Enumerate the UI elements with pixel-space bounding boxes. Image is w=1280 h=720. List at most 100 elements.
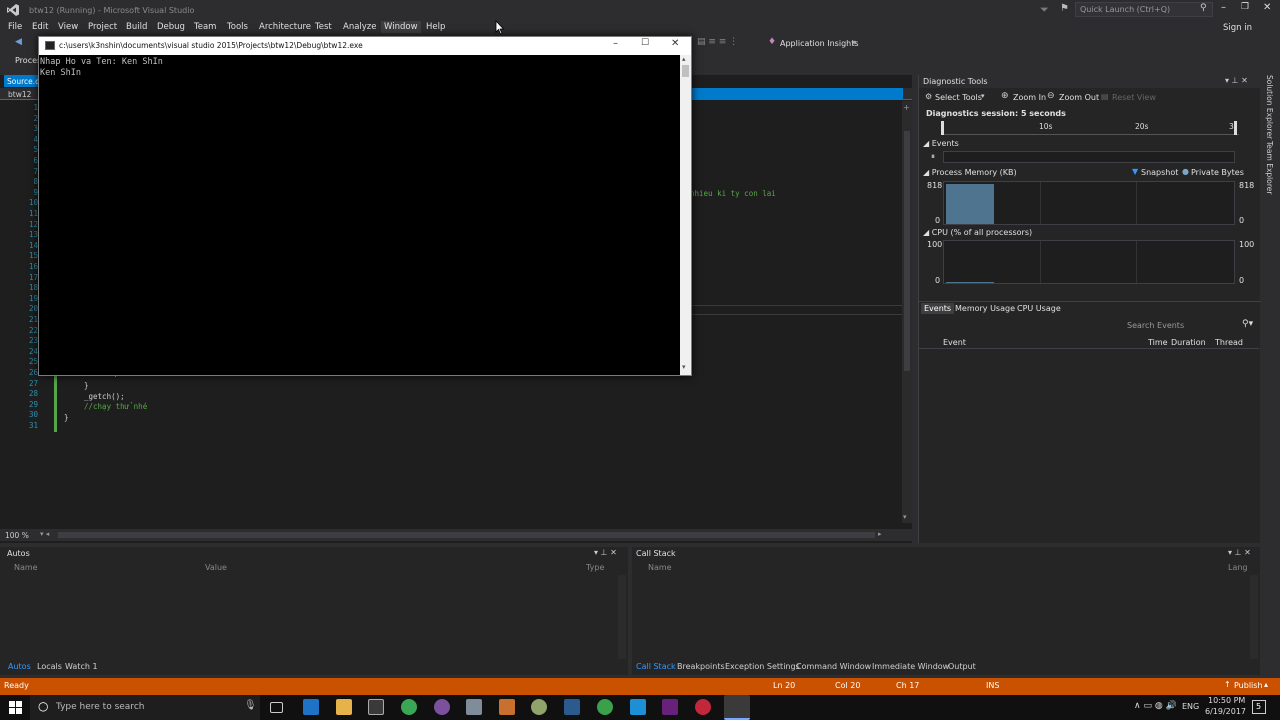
chrome-icon[interactable] <box>401 699 417 715</box>
zoom-level[interactable]: 100 % <box>5 531 29 540</box>
taskbar-search-box[interactable]: ○ Type here to search 🎙 <box>30 695 260 720</box>
menu-edit[interactable]: Edit <box>29 21 51 33</box>
console-scroll-up-icon[interactable]: ▴ <box>682 55 686 63</box>
file-explorer-icon[interactable] <box>336 699 352 715</box>
vertical-scrollbar[interactable]: + ▾ <box>902 101 912 523</box>
menu-test[interactable]: Test <box>312 21 335 33</box>
steam-icon[interactable] <box>564 699 580 715</box>
language-indicator[interactable]: ENG <box>1182 702 1199 711</box>
horizontal-scrollbar[interactable] <box>58 532 875 538</box>
console-taskbar-icon[interactable] <box>724 695 750 720</box>
menu-file[interactable]: File <box>5 21 25 33</box>
column-duration[interactable]: Duration <box>1171 338 1206 347</box>
viber-icon[interactable] <box>434 699 450 715</box>
tray-chevron-icon[interactable]: ∧ ▭ ◍ 🔊 <box>1134 701 1177 711</box>
console-output[interactable]: Nhap Ho va Ten: Ken ShIn Ken ShIn ▴ ▾ <box>39 55 691 375</box>
scroll-right-icon[interactable]: ▸ <box>878 530 882 538</box>
minimize-button[interactable]: – <box>1221 2 1226 13</box>
tab-autos[interactable]: Autos <box>8 662 31 671</box>
chevron-down-icon[interactable]: ▾ <box>852 38 856 47</box>
menu-tools[interactable]: Tools <box>224 21 251 33</box>
store-icon[interactable] <box>368 699 384 715</box>
call-stack-panel-options-icon[interactable]: ▾ ⊥ ✕ <box>1228 548 1251 557</box>
console-window[interactable]: c:\users\k3nshin\documents\visual studio… <box>38 36 692 376</box>
timeline-start-handle[interactable] <box>941 121 944 135</box>
console-scrollbar[interactable]: ▴ ▾ <box>680 55 691 375</box>
visual-studio-taskbar-icon[interactable] <box>662 699 678 715</box>
console-scroll-thumb[interactable] <box>682 65 689 77</box>
autos-scrollbar[interactable] <box>618 575 626 659</box>
toolbar-buttons-icon[interactable]: ▤ ≡ ≡ ⋮ <box>697 37 738 47</box>
zoom-out-button[interactable]: Zoom Out <box>1059 93 1099 102</box>
app-icon-2[interactable] <box>499 699 515 715</box>
reset-view-button[interactable]: Reset View <box>1112 93 1156 102</box>
teamviewer-icon[interactable] <box>630 699 646 715</box>
application-insights-button[interactable]: Application Insights <box>780 39 859 48</box>
microphone-icon[interactable]: 🎙 <box>244 700 257 711</box>
console-scroll-down-icon[interactable]: ▾ <box>682 363 686 371</box>
solution-explorer-tab[interactable]: Solution Explorer <box>1265 75 1274 139</box>
menu-help[interactable]: Help <box>423 21 448 33</box>
tab-command-window[interactable]: Command Window <box>796 662 871 671</box>
menu-project[interactable]: Project <box>85 21 120 33</box>
clock-time[interactable]: 10:50 PM <box>1208 696 1245 705</box>
tab-call-stack[interactable]: Call Stack <box>636 662 676 671</box>
console-title-bar[interactable]: c:\users\k3nshin\documents\visual studio… <box>39 37 691 55</box>
task-view-icon[interactable] <box>270 702 283 713</box>
call-stack-column-name[interactable]: Name <box>648 563 672 572</box>
tab-output[interactable]: Output <box>948 662 976 671</box>
autos-column-value[interactable]: Value <box>205 563 227 572</box>
menu-build[interactable]: Build <box>123 21 150 33</box>
memory-graph[interactable] <box>943 181 1235 225</box>
console-maximize-button[interactable]: ☐ <box>641 38 649 48</box>
console-close-button[interactable]: ✕ <box>671 38 679 49</box>
menu-window[interactable]: Window <box>381 21 421 33</box>
sign-in-link[interactable]: Sign in <box>1223 23 1252 33</box>
publish-up-icon[interactable]: ↑ <box>1224 680 1231 689</box>
menu-debug[interactable]: Debug <box>154 21 188 33</box>
scroll-down-icon[interactable]: ▾ <box>903 513 907 521</box>
close-button[interactable]: ✕ <box>1263 2 1271 13</box>
zoom-out-icon[interactable]: ⊖ <box>1047 91 1055 101</box>
team-explorer-tab[interactable]: Team Explorer <box>1265 141 1274 194</box>
panel-options-icon[interactable]: ▾ ⊥ ✕ <box>1225 76 1248 85</box>
menu-team[interactable]: Team <box>191 21 219 33</box>
back-icon[interactable]: ◀ <box>15 37 22 47</box>
autos-panel-options-icon[interactable]: ▾ ⊥ ✕ <box>594 548 617 557</box>
app-icon-4[interactable] <box>695 699 711 715</box>
app-icon-3[interactable] <box>531 699 547 715</box>
edge-browser-icon[interactable] <box>303 699 319 715</box>
search-events-input[interactable]: Search Events ⚲▾ <box>1124 319 1256 332</box>
project-dropdown[interactable]: btw12 <box>8 90 31 99</box>
zoom-in-button[interactable]: Zoom In <box>1013 93 1046 102</box>
tab-immediate-window[interactable]: Immediate Window <box>872 662 949 671</box>
column-event[interactable]: Event <box>943 338 966 347</box>
select-tools-button[interactable]: Select Tools <box>935 93 982 102</box>
tab-exception-settings[interactable]: Exception Settings <box>725 662 800 671</box>
tab-locals[interactable]: Locals <box>37 662 62 671</box>
select-tools-chevron-icon[interactable]: ▾ <box>981 92 985 100</box>
action-center-icon[interactable]: 5 <box>1252 700 1266 714</box>
call-stack-scrollbar[interactable] <box>1250 575 1258 659</box>
column-time[interactable]: Time <box>1148 338 1168 347</box>
menu-architecture[interactable]: Architecture <box>256 21 314 33</box>
tab-cpu-usage[interactable]: CPU Usage <box>1017 304 1061 313</box>
publish-button[interactable]: Publish <box>1234 681 1263 690</box>
zoom-dropdown-icon[interactable]: ▾ ◂ <box>40 530 49 538</box>
call-stack-column-lang[interactable]: Lang <box>1228 563 1248 572</box>
cpu-graph[interactable] <box>943 240 1235 284</box>
tab-events[interactable]: Events <box>921 303 955 314</box>
autos-column-type[interactable]: Type <box>586 563 604 572</box>
clock-date[interactable]: 6/19/2017 <box>1205 707 1246 716</box>
search-events-icon[interactable]: ⚲▾ <box>1242 319 1253 329</box>
windows-start-icon[interactable] <box>9 701 22 714</box>
tab-breakpoints[interactable]: Breakpoints <box>677 662 725 671</box>
tab-memory-usage[interactable]: Memory Usage <box>955 304 1015 313</box>
zoom-in-icon[interactable]: ⊕ <box>1001 91 1009 101</box>
autos-column-name[interactable]: Name <box>14 563 38 572</box>
column-thread[interactable]: Thread <box>1215 338 1243 347</box>
console-minimize-button[interactable]: – <box>613 38 618 49</box>
menu-view[interactable]: View <box>55 21 81 33</box>
timeline-ruler[interactable]: 10s 20s 3 <box>941 121 1239 135</box>
scroll-up-icon[interactable]: + <box>903 103 910 112</box>
